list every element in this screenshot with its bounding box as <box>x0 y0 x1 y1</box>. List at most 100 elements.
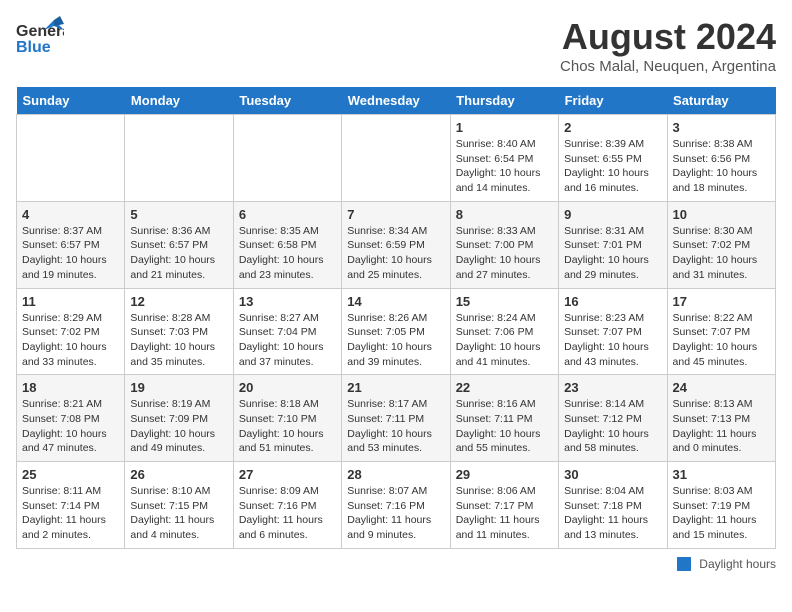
calendar-cell: 20 Sunrise: 8:18 AM Sunset: 7:10 PM Dayli… <box>233 375 341 462</box>
day-info: Sunrise: 8:10 AM Sunset: 7:15 PM Dayligh… <box>130 484 227 543</box>
day-number: 25 <box>22 467 119 482</box>
footer: Daylight hours <box>16 557 776 571</box>
day-info: Sunrise: 8:27 AM Sunset: 7:04 PM Dayligh… <box>239 311 336 370</box>
calendar-cell: 4 Sunrise: 8:37 AM Sunset: 6:57 PM Daylig… <box>17 201 125 288</box>
day-number: 13 <box>239 294 336 309</box>
day-info: Sunrise: 8:07 AM Sunset: 7:16 PM Dayligh… <box>347 484 444 543</box>
day-number: 30 <box>564 467 661 482</box>
calendar-cell: 31Sunrise: 8:03 AM Sunset: 7:19 PM Dayli… <box>667 462 775 549</box>
header: General Blue August 2024 Chos Malal, Neu… <box>16 16 776 75</box>
day-info: Sunrise: 8:40 AM Sunset: 6:54 PM Dayligh… <box>456 137 553 196</box>
calendar-cell: 1 Sunrise: 8:40 AM Sunset: 6:54 PM Daylig… <box>450 115 558 202</box>
day-number: 19 <box>130 380 227 395</box>
day-number: 20 <box>239 380 336 395</box>
calendar-week-row: 25Sunrise: 8:11 AM Sunset: 7:14 PM Dayli… <box>17 462 776 549</box>
day-number: 3 <box>673 120 770 135</box>
day-info: Sunrise: 8:06 AM Sunset: 7:17 PM Dayligh… <box>456 484 553 543</box>
calendar-cell: 21Sunrise: 8:17 AM Sunset: 7:11 PM Dayli… <box>342 375 450 462</box>
header-day-tuesday: Tuesday <box>233 87 341 115</box>
calendar-cell <box>125 115 233 202</box>
day-info: Sunrise: 8:19 AM Sunset: 7:09 PM Dayligh… <box>130 397 227 456</box>
day-number: 12 <box>130 294 227 309</box>
calendar-table: SundayMondayTuesdayWednesdayThursdayFrid… <box>16 87 776 549</box>
page-subtitle: Chos Malal, Neuquen, Argentina <box>560 58 776 75</box>
day-info: Sunrise: 8:35 AM Sunset: 6:58 PM Dayligh… <box>239 224 336 283</box>
day-info: Sunrise: 8:09 AM Sunset: 7:16 PM Dayligh… <box>239 484 336 543</box>
header-day-sunday: Sunday <box>17 87 125 115</box>
calendar-cell: 16 Sunrise: 8:23 AM Sunset: 7:07 PM Dayli… <box>559 288 667 375</box>
day-number: 15 <box>456 294 553 309</box>
day-number: 8 <box>456 207 553 222</box>
calendar-cell: 6 Sunrise: 8:35 AM Sunset: 6:58 PM Daylig… <box>233 201 341 288</box>
header-day-monday: Monday <box>125 87 233 115</box>
day-info: Sunrise: 8:31 AM Sunset: 7:01 PM Dayligh… <box>564 224 661 283</box>
calendar-cell: 12 Sunrise: 8:28 AM Sunset: 7:03 PM Dayli… <box>125 288 233 375</box>
day-info: Sunrise: 8:38 AM Sunset: 6:56 PM Dayligh… <box>673 137 770 196</box>
day-info: Sunrise: 8:29 AM Sunset: 7:02 PM Dayligh… <box>22 311 119 370</box>
day-info: Sunrise: 8:21 AM Sunset: 7:08 PM Dayligh… <box>22 397 119 456</box>
day-number: 23 <box>564 380 661 395</box>
calendar-week-row: 4 Sunrise: 8:37 AM Sunset: 6:57 PM Daylig… <box>17 201 776 288</box>
logo-icon: General Blue <box>16 16 64 60</box>
calendar-cell: 9 Sunrise: 8:31 AM Sunset: 7:01 PM Daylig… <box>559 201 667 288</box>
day-number: 9 <box>564 207 661 222</box>
calendar-cell <box>342 115 450 202</box>
day-number: 6 <box>239 207 336 222</box>
calendar-week-row: 18 Sunrise: 8:21 AM Sunset: 7:08 PM Dayli… <box>17 375 776 462</box>
logo: General Blue <box>16 16 64 60</box>
calendar-cell <box>233 115 341 202</box>
calendar-cell <box>17 115 125 202</box>
calendar-cell: 27 Sunrise: 8:09 AM Sunset: 7:16 PM Dayli… <box>233 462 341 549</box>
day-info: Sunrise: 8:26 AM Sunset: 7:05 PM Dayligh… <box>347 311 444 370</box>
calendar-cell: 3 Sunrise: 8:38 AM Sunset: 6:56 PM Daylig… <box>667 115 775 202</box>
day-info: Sunrise: 8:30 AM Sunset: 7:02 PM Dayligh… <box>673 224 770 283</box>
day-number: 18 <box>22 380 119 395</box>
legend-color-box <box>677 557 691 571</box>
day-number: 1 <box>456 120 553 135</box>
day-info: Sunrise: 8:24 AM Sunset: 7:06 PM Dayligh… <box>456 311 553 370</box>
calendar-cell: 10Sunrise: 8:30 AM Sunset: 7:02 PM Dayli… <box>667 201 775 288</box>
calendar-cell: 19 Sunrise: 8:19 AM Sunset: 7:09 PM Dayli… <box>125 375 233 462</box>
calendar-cell: 14 Sunrise: 8:26 AM Sunset: 7:05 PM Dayli… <box>342 288 450 375</box>
day-number: 4 <box>22 207 119 222</box>
day-info: Sunrise: 8:16 AM Sunset: 7:11 PM Dayligh… <box>456 397 553 456</box>
svg-text:Blue: Blue <box>16 39 51 56</box>
header-day-thursday: Thursday <box>450 87 558 115</box>
page-title: August 2024 <box>560 16 776 58</box>
day-number: 7 <box>347 207 444 222</box>
day-info: Sunrise: 8:36 AM Sunset: 6:57 PM Dayligh… <box>130 224 227 283</box>
day-number: 14 <box>347 294 444 309</box>
calendar-cell: 8 Sunrise: 8:33 AM Sunset: 7:00 PM Daylig… <box>450 201 558 288</box>
day-number: 21 <box>347 380 444 395</box>
day-info: Sunrise: 8:33 AM Sunset: 7:00 PM Dayligh… <box>456 224 553 283</box>
calendar-cell: 15 Sunrise: 8:24 AM Sunset: 7:06 PM Dayli… <box>450 288 558 375</box>
calendar-cell: 24Sunrise: 8:13 AM Sunset: 7:13 PM Dayli… <box>667 375 775 462</box>
calendar-cell: 28Sunrise: 8:07 AM Sunset: 7:16 PM Dayli… <box>342 462 450 549</box>
day-info: Sunrise: 8:37 AM Sunset: 6:57 PM Dayligh… <box>22 224 119 283</box>
calendar-cell: 11 Sunrise: 8:29 AM Sunset: 7:02 PM Dayli… <box>17 288 125 375</box>
calendar-cell: 29 Sunrise: 8:06 AM Sunset: 7:17 PM Dayli… <box>450 462 558 549</box>
day-number: 29 <box>456 467 553 482</box>
day-number: 27 <box>239 467 336 482</box>
day-info: Sunrise: 8:04 AM Sunset: 7:18 PM Dayligh… <box>564 484 661 543</box>
day-info: Sunrise: 8:18 AM Sunset: 7:10 PM Dayligh… <box>239 397 336 456</box>
calendar-cell: 22 Sunrise: 8:16 AM Sunset: 7:11 PM Dayli… <box>450 375 558 462</box>
day-info: Sunrise: 8:34 AM Sunset: 6:59 PM Dayligh… <box>347 224 444 283</box>
day-number: 24 <box>673 380 770 395</box>
day-number: 22 <box>456 380 553 395</box>
day-info: Sunrise: 8:14 AM Sunset: 7:12 PM Dayligh… <box>564 397 661 456</box>
calendar-cell: 26Sunrise: 8:10 AM Sunset: 7:15 PM Dayli… <box>125 462 233 549</box>
day-number: 16 <box>564 294 661 309</box>
calendar-cell: 17Sunrise: 8:22 AM Sunset: 7:07 PM Dayli… <box>667 288 775 375</box>
day-info: Sunrise: 8:22 AM Sunset: 7:07 PM Dayligh… <box>673 311 770 370</box>
day-info: Sunrise: 8:28 AM Sunset: 7:03 PM Dayligh… <box>130 311 227 370</box>
calendar-week-row: 1 Sunrise: 8:40 AM Sunset: 6:54 PM Daylig… <box>17 115 776 202</box>
header-day-friday: Friday <box>559 87 667 115</box>
title-area: August 2024 Chos Malal, Neuquen, Argenti… <box>560 16 776 75</box>
calendar-cell: 13 Sunrise: 8:27 AM Sunset: 7:04 PM Dayli… <box>233 288 341 375</box>
day-number: 11 <box>22 294 119 309</box>
day-number: 5 <box>130 207 227 222</box>
calendar-cell: 30 Sunrise: 8:04 AM Sunset: 7:18 PM Dayli… <box>559 462 667 549</box>
day-info: Sunrise: 8:23 AM Sunset: 7:07 PM Dayligh… <box>564 311 661 370</box>
calendar-cell: 18 Sunrise: 8:21 AM Sunset: 7:08 PM Dayli… <box>17 375 125 462</box>
